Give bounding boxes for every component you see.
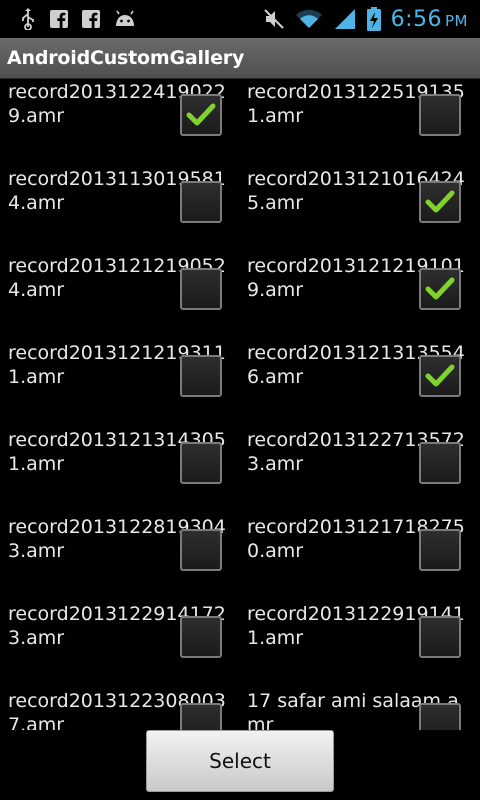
check-icon (186, 103, 216, 126)
grid-item[interactable]: record20131224190229.amr (0, 78, 240, 165)
facebook-icon (50, 10, 68, 28)
grid-item[interactable]: record20131229141723.amr (0, 600, 240, 687)
select-checkbox[interactable] (419, 529, 461, 571)
facebook-icon (82, 10, 100, 28)
select-checkbox[interactable] (419, 616, 461, 658)
battery-charging-icon (366, 7, 381, 31)
grid-item[interactable]: 17 safar ami salaam.amr (239, 687, 479, 730)
grid-item[interactable]: record20131213135546.amr (239, 339, 479, 426)
select-checkbox[interactable] (180, 442, 222, 484)
select-checkbox[interactable] (419, 94, 461, 136)
check-icon (425, 277, 455, 300)
status-bar: 6:56 PM (0, 0, 480, 38)
action-bar: AndroidCustomGallery (0, 38, 480, 79)
select-checkbox[interactable] (419, 181, 461, 223)
select-checkbox[interactable] (180, 355, 222, 397)
grid-item[interactable]: record20131212193111.amr (0, 339, 240, 426)
select-checkbox[interactable] (419, 703, 461, 730)
select-checkbox[interactable] (180, 616, 222, 658)
select-checkbox[interactable] (180, 703, 222, 730)
select-checkbox[interactable] (419, 268, 461, 310)
grid-item[interactable]: record20131228193043.amr (0, 513, 240, 600)
wifi-icon (295, 8, 323, 30)
select-checkbox[interactable] (180, 94, 222, 136)
select-checkbox[interactable] (419, 355, 461, 397)
select-checkbox[interactable] (180, 268, 222, 310)
app-title: AndroidCustomGallery (7, 47, 245, 69)
android-debug-icon (114, 10, 136, 28)
file-grid: record20131224190229.amr record2013122519… (0, 78, 480, 730)
select-button[interactable]: Select (146, 730, 334, 792)
select-checkbox[interactable] (180, 529, 222, 571)
clock: 6:56 PM (390, 6, 468, 32)
footer: Select (0, 730, 480, 800)
grid-item[interactable]: record20131225191351.amr (239, 78, 479, 165)
grid-item[interactable]: record20131217182750.amr (239, 513, 479, 600)
select-checkbox[interactable] (180, 181, 222, 223)
grid-item[interactable]: record20131227135723.amr (239, 426, 479, 513)
grid-item[interactable]: record20131212190524.amr (0, 252, 240, 339)
grid-item[interactable]: record20131210164245.amr (239, 165, 479, 252)
grid-item[interactable]: record20131223080037.amr (0, 687, 240, 730)
grid-item[interactable]: record20131212191019.amr (239, 252, 479, 339)
grid-item[interactable]: record20131229191411.amr (239, 600, 479, 687)
grid-item[interactable]: record20131213143051.amr (0, 426, 240, 513)
notification-icons (0, 8, 136, 30)
grid-item[interactable]: record20131130195814.amr (0, 165, 240, 252)
select-checkbox[interactable] (419, 442, 461, 484)
mute-icon (263, 8, 285, 30)
signal-icon (333, 8, 357, 30)
check-icon (425, 364, 455, 387)
system-icons: 6:56 PM (263, 7, 480, 32)
check-icon (425, 190, 455, 213)
usb-icon (20, 8, 36, 30)
